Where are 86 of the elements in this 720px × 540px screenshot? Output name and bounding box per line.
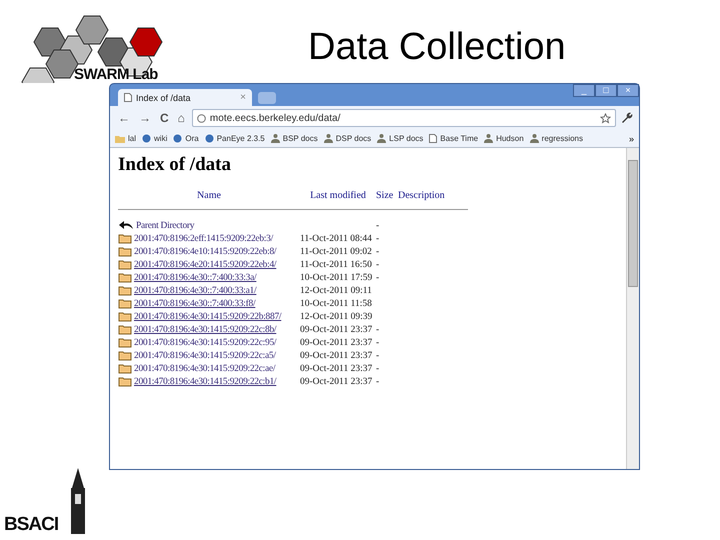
bookmark-link[interactable]: wiki [142,134,168,143]
modified-date: 09-Oct-2011 23:37 [300,338,372,348]
bookmark-link[interactable]: Ora [173,134,199,143]
modified-date: 10-Oct-2011 11:58 [300,299,372,309]
column-header-link[interactable]: Size [376,190,394,201]
nav-button[interactable]: ⌂ [176,111,187,125]
folder-icon [118,376,132,387]
column-header-link[interactable]: Last modified [310,190,366,201]
more-bookmarks-button[interactable]: » [628,134,634,144]
bookmark-link[interactable]: regressions [530,134,584,143]
size-text: - [376,351,380,361]
folder-icon [118,350,132,361]
modified-date: 09-Oct-2011 23:37 [300,377,372,387]
directory-link[interactable]: 2001:470:8196:4e30:1415:9209:22c:b1/ [134,376,276,386]
star-icon[interactable] [600,112,611,124]
modified-date: 09-Oct-2011 23:37 [300,325,372,335]
folder-icon [118,246,132,257]
bookmark-link[interactable]: BSP docs [270,134,318,143]
directory-link[interactable]: 2001:470:8196:4e20:1415:9209:22eb:4/ [134,260,276,270]
directory-link[interactable]: Parent Directory [136,220,194,230]
modified-date: 11-Oct-2011 09:02 [300,247,372,257]
bookmark-link[interactable]: DSP docs [324,134,372,143]
folder-icon [118,337,132,348]
directory-link[interactable]: 2001:470:8196:4e30:1415:9209:22c:a5/ [134,350,276,360]
scrollbar[interactable] [626,148,639,469]
folder-icon [118,285,132,296]
directory-link[interactable]: 2001:470:8196:4e30:1415:9209:22b:887/ [134,312,282,322]
folder-icon [118,259,132,270]
back-arrow-icon [118,220,134,231]
size-text: - [376,260,380,270]
directory-link[interactable]: 2001:470:8196:4e30:1415:9209:22c:8b/ [134,324,276,334]
modified-date: 12-Oct-2011 09:39 [300,312,372,322]
bookmark-link[interactable]: PanEye 2.3.5 [204,134,265,143]
directory-link[interactable]: 2001:470:8196:4e10:1415:9209:22eb:8/ [134,246,276,256]
bookmark-link[interactable]: Base Time [429,134,478,143]
size-text: - [376,247,380,257]
modified-date: 11-Oct-2011 16:50 [300,260,372,270]
folder-icon [118,363,132,374]
modified-date: 09-Oct-2011 23:37 [300,364,372,374]
size-text: - [376,338,380,348]
wrench-icon[interactable] [621,112,633,124]
directory-link[interactable]: 2001:470:8196:4e30::7:400:33:f8/ [134,298,256,308]
directory-link[interactable]: 2001:470:8196:4e30:1415:9209:22c:95/ [134,338,276,348]
tab-title: Index of /data [136,92,191,102]
folder-icon [118,298,132,309]
address-bar[interactable]: mote.eecs.berkeley.edu/data/ [192,109,616,127]
footer-logo-text: BSACI [4,514,58,536]
browser-tab[interactable]: Index of /data × [118,89,252,106]
size-text: - [376,221,380,231]
person-icon [270,134,280,143]
logo-text: SWARM Lab [74,66,158,83]
folder-icon [118,272,132,283]
modified-date: 09-Oct-2011 23:37 [300,351,372,361]
modified-date: 12-Oct-2011 09:11 [300,286,372,296]
bookmark-link[interactable]: Hudson [484,134,524,143]
person-icon [484,134,494,143]
folder-icon [118,233,132,244]
directory-link[interactable]: 2001:470:8196:2eff:1415:9209:22eb:3/ [134,234,273,244]
folder-icon [115,134,125,142]
directory-link[interactable]: 2001:470:8196:4e30::7:400:33:a1/ [134,286,256,296]
slide-title: Data Collection [308,26,566,70]
bookmark-link[interactable]: lal [115,134,136,143]
person-icon [530,134,539,143]
modified-date: 11-Oct-2011 08:44 [300,234,372,244]
column-header-link[interactable]: Name [197,190,221,201]
person-icon [377,134,386,143]
page-icon [429,134,438,143]
size-text: - [376,364,380,374]
nav-button[interactable]: C [158,111,171,125]
column-header-link[interactable]: Description [398,190,445,201]
directory-link[interactable]: 2001:470:8196:4e30::7:400:33:3a/ [134,272,256,282]
nav-button[interactable]: ← [116,111,132,125]
folder-icon [118,311,132,322]
nav-button[interactable]: → [137,111,153,125]
bookmark-link[interactable]: LSP docs [377,134,424,143]
size-text: - [376,325,380,335]
folder-icon [118,324,132,335]
url-text: mote.eecs.berkeley.edu/data/ [210,112,340,124]
directory-link[interactable]: 2001:470:8196:4e30:1415:9209:22c:ae/ [134,364,276,374]
person-icon [324,134,333,143]
size-text: - [376,377,380,387]
page-icon [124,93,132,102]
size-text: - [376,273,380,283]
size-text: - [376,234,380,244]
modified-date: 10-Oct-2011 17:59 [300,273,372,283]
page-heading: Index of /data [118,154,232,176]
